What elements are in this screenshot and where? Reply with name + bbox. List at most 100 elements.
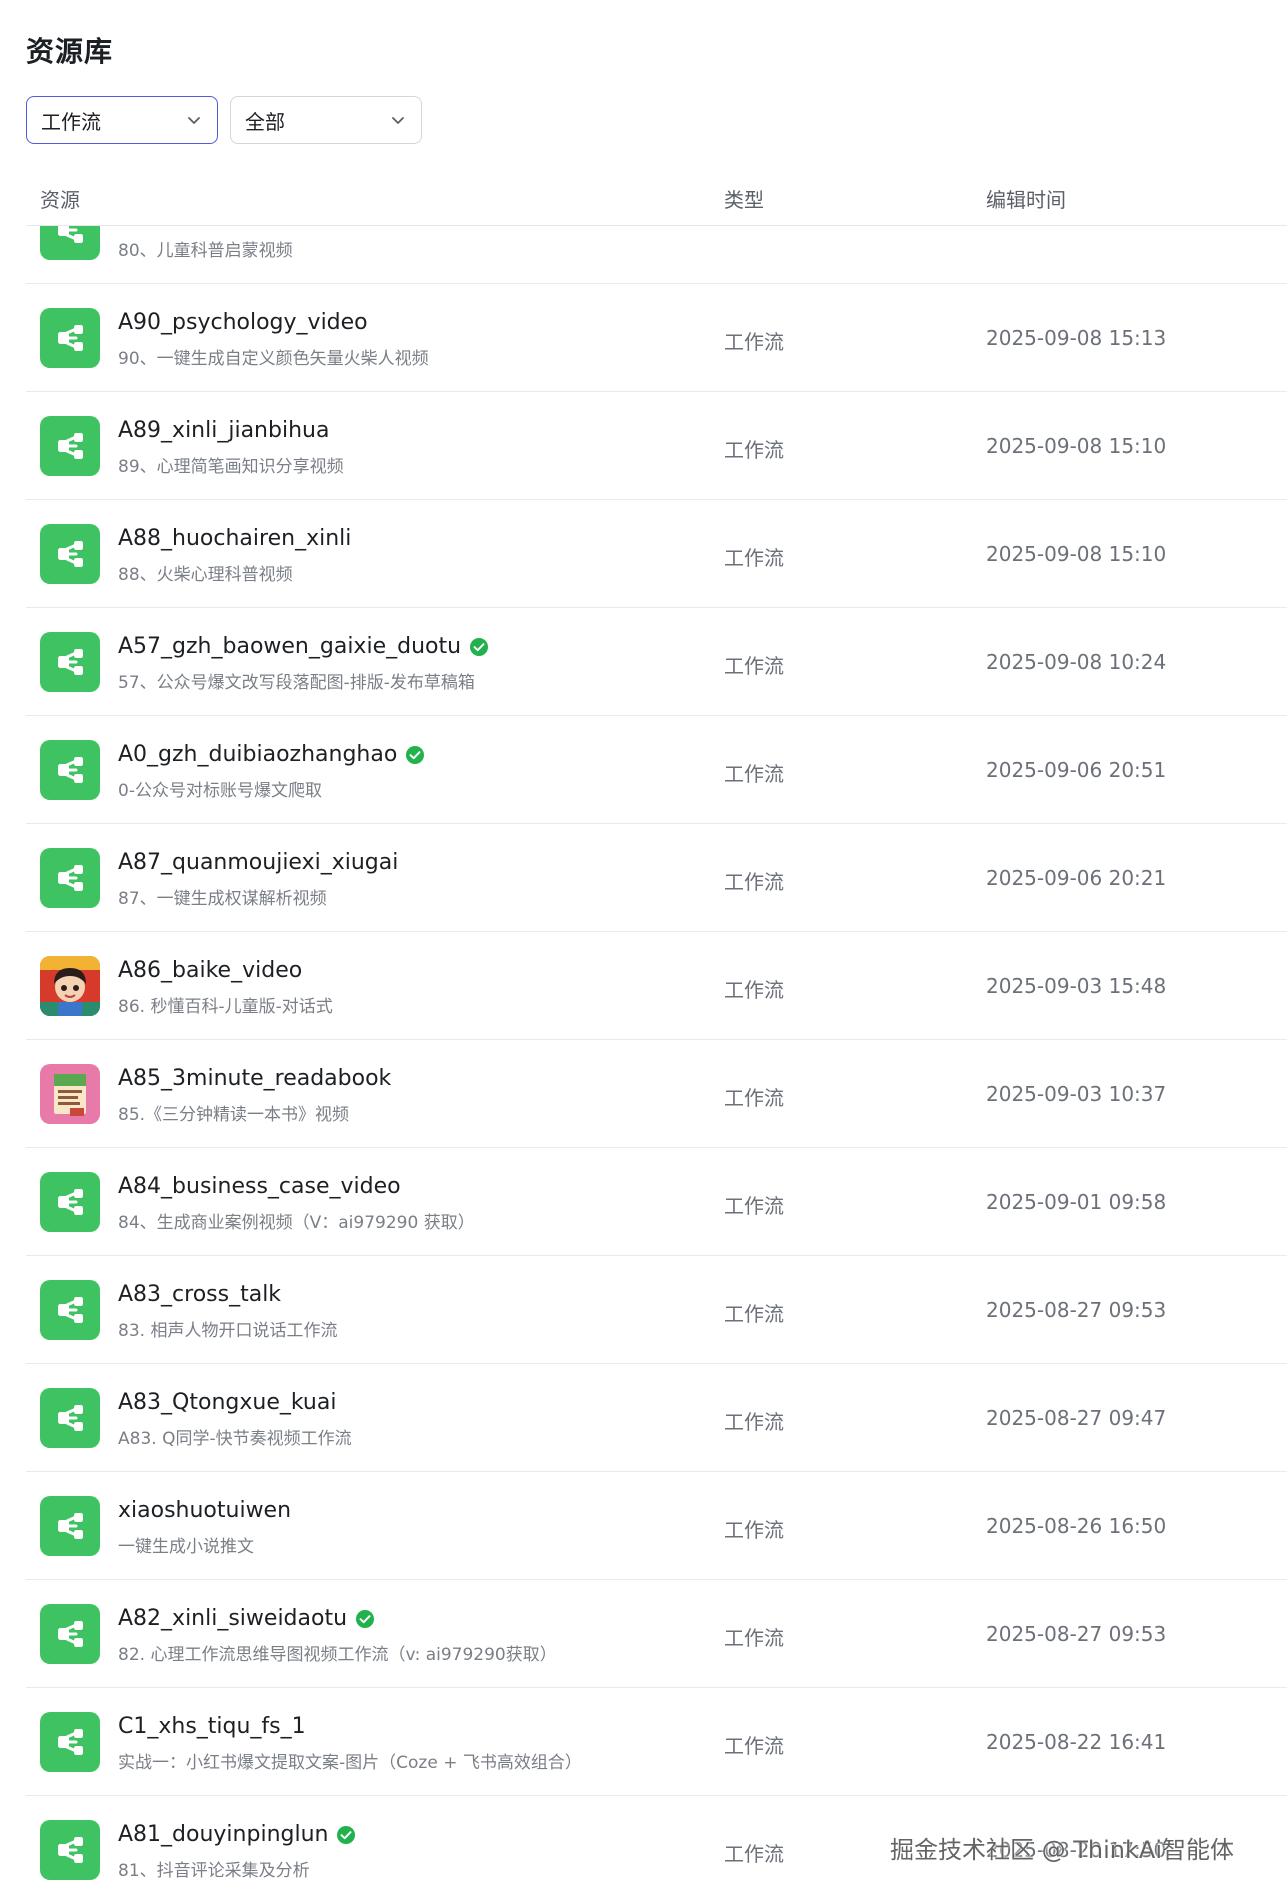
resource-edit-time: 2025-09-08 15:13 [986, 326, 1167, 350]
resource-name[interactable]: A83_Qtongxue_kuai [118, 1390, 336, 1415]
table-row[interactable]: A86_baike_video 86. 秒懂百科-儿童版-对话式 工作流 2025-0… [26, 932, 1287, 1040]
resource-type-select[interactable]: 工作流 [26, 96, 218, 144]
resource-name[interactable]: A82_xinli_siweidaotu [118, 1606, 347, 1631]
page-title: 资源库 [26, 35, 114, 68]
resource-name[interactable]: A85_3minute_readabook [118, 1066, 391, 1091]
resource-name[interactable]: A88_huochairen_xinli [118, 526, 351, 551]
workflow-icon [40, 416, 100, 476]
resource-type: 工作流 [724, 1194, 784, 1218]
resource-name-wrap[interactable]: A90_psychology_video [118, 310, 368, 335]
workflow-icon [40, 1172, 100, 1232]
resource-type: 工作流 [724, 870, 784, 894]
resource-name-wrap[interactable]: A84_business_case_video [118, 1174, 401, 1199]
resource-name-wrap[interactable]: A0_gzh_duibiaozhanghao [118, 742, 425, 767]
book-icon [40, 1064, 100, 1124]
table-row[interactable]: 80、儿童科普启蒙视频 [26, 226, 1287, 284]
resource-name-wrap[interactable]: A82_xinli_siweidaotu [118, 1606, 375, 1631]
chevron-down-icon [188, 117, 200, 124]
verified-badge-icon [470, 637, 489, 656]
resource-edit-time: 2025-09-03 10:37 [986, 1082, 1167, 1106]
resource-name[interactable]: A86_baike_video [118, 958, 302, 983]
resource-type: 工作流 [724, 1086, 784, 1110]
resource-name[interactable]: A87_quanmoujiexi_xiugai [118, 850, 398, 875]
table-row[interactable]: A89_xinli_jianbihua 89、心理简笔画知识分享视频 工作流 2025… [26, 392, 1287, 500]
resource-type-value: 工作流 [41, 109, 101, 134]
table-row[interactable]: A83_Qtongxue_kuai A83. Q同学-快节奏视频工作流 工作流 202… [26, 1364, 1287, 1472]
resource-description: 实战一：小红书爆文提取文案-图片（Coze + 飞书高效组合） [118, 1753, 582, 1773]
workflow-icon [40, 226, 100, 260]
resource-description: 88、火柴心理科普视频 [118, 565, 293, 585]
table-row[interactable]: A87_quanmoujiexi_xiugai 87、一键生成权谋解析视频 工作流 2… [26, 824, 1287, 932]
resource-scope-value: 全部 [245, 109, 285, 134]
resource-name[interactable]: A0_gzh_duibiaozhanghao [118, 742, 397, 767]
resource-name-wrap[interactable]: A83_cross_talk [118, 1282, 281, 1307]
resource-name-wrap[interactable]: A57_gzh_baowen_gaixie_duotu [118, 634, 489, 659]
resource-name-wrap[interactable]: C1_xhs_tiqu_fs_1 [118, 1714, 306, 1739]
resource-name-wrap[interactable]: xiaoshuotuiwen [118, 1498, 291, 1523]
resource-name-wrap[interactable]: A88_huochairen_xinli [118, 526, 351, 551]
resource-description: 90、一键生成自定义颜色矢量火柴人视频 [118, 349, 429, 369]
resource-name[interactable]: xiaoshuotuiwen [118, 1498, 291, 1523]
table-row[interactable]: xiaoshuotuiwen 一键生成小说推文 工作流 2025-08-26 16:5… [26, 1472, 1287, 1580]
resource-type: 工作流 [724, 978, 784, 1002]
table-row[interactable]: A57_gzh_baowen_gaixie_duotu 57、公众号爆文改写段落配… [26, 608, 1287, 716]
resource-description: 84、生成商业案例视频（V：ai979290 获取） [118, 1213, 475, 1233]
verified-badge-icon [406, 745, 425, 764]
resource-type: 工作流 [724, 1410, 784, 1434]
resource-description: 87、一键生成权谋解析视频 [118, 889, 327, 909]
workflow-icon [40, 848, 100, 908]
resource-edit-time: 2025-09-03 15:48 [986, 974, 1167, 998]
resource-type: 工作流 [724, 1302, 784, 1326]
resource-description: 0-公众号对标账号爆文爬取 [118, 781, 322, 801]
table-row[interactable]: A85_3minute_readabook 85.《三分钟精读一本书》视频 工作流 2… [26, 1040, 1287, 1148]
resource-name-wrap[interactable]: A86_baike_video [118, 958, 302, 983]
resource-name-wrap[interactable]: A87_quanmoujiexi_xiugai [118, 850, 398, 875]
resource-scope-select[interactable]: 全部 [230, 96, 422, 144]
resource-edit-time: 2025-08-22 16:41 [986, 1730, 1167, 1754]
resource-edit-time: 2025-09-06 20:51 [986, 758, 1167, 782]
resource-name-wrap[interactable]: A89_xinli_jianbihua [118, 418, 329, 443]
workflow-icon [40, 632, 100, 692]
cartoon-child-avatar-icon [40, 956, 100, 1016]
resource-type: 工作流 [724, 1734, 784, 1758]
resource-description: 81、抖音评论采集及分析 [118, 1861, 310, 1881]
resource-description: 86. 秒懂百科-儿童版-对话式 [118, 997, 333, 1017]
resource-name-wrap[interactable]: A83_Qtongxue_kuai [118, 1390, 336, 1415]
resource-type: 工作流 [724, 330, 784, 354]
resource-name[interactable]: A84_business_case_video [118, 1174, 401, 1199]
table-row[interactable]: A83_cross_talk 83. 相声人物开口说话工作流 工作流 2025-08-… [26, 1256, 1287, 1364]
verified-badge-icon [356, 1609, 375, 1628]
resource-type: 工作流 [724, 1518, 784, 1542]
resource-name[interactable]: A81_douyinpinglun [118, 1822, 328, 1847]
workflow-icon [40, 1496, 100, 1556]
resource-name[interactable]: A57_gzh_baowen_gaixie_duotu [118, 634, 461, 659]
resource-type: 工作流 [724, 546, 784, 570]
resource-name-wrap[interactable]: A85_3minute_readabook [118, 1066, 391, 1091]
resource-name[interactable]: C1_xhs_tiqu_fs_1 [118, 1714, 306, 1739]
resource-edit-time: 2025-08-27 09:53 [986, 1298, 1167, 1322]
resource-type: 工作流 [724, 1842, 784, 1866]
watermark: 掘金技术社区 @ ThinkAi智能体 [890, 1836, 1234, 1864]
workflow-icon [40, 1604, 100, 1664]
resource-name[interactable]: A89_xinli_jianbihua [118, 418, 329, 443]
table-row[interactable]: A0_gzh_duibiaozhanghao 0-公众号对标账号爆文爬取 工作流 20… [26, 716, 1287, 824]
table-row[interactable]: A88_huochairen_xinli 88、火柴心理科普视频 工作流 2025-0… [26, 500, 1287, 608]
resource-name[interactable]: A83_cross_talk [118, 1282, 281, 1307]
resource-name-wrap[interactable]: A81_douyinpinglun [118, 1822, 356, 1847]
table-row[interactable]: C1_xhs_tiqu_fs_1 实战一：小红书爆文提取文案-图片（Coze + … [26, 1688, 1287, 1796]
workflow-icon [40, 740, 100, 800]
resource-description: A83. Q同学-快节奏视频工作流 [118, 1429, 352, 1449]
resource-description: 80、儿童科普启蒙视频 [118, 241, 293, 261]
table-row[interactable]: A84_business_case_video 84、生成商业案例视频（V：ai9… [26, 1148, 1287, 1256]
table-row[interactable]: A82_xinli_siweidaotu 82. 心理工作流思维导图视频工作流（v… [26, 1580, 1287, 1688]
resource-list[interactable]: 80、儿童科普启蒙视频 A90_psychology_video 90、一键生成自定… [26, 226, 1287, 1899]
resource-type: 工作流 [724, 438, 784, 462]
resource-description: 57、公众号爆文改写段落配图-排版-发布草稿箱 [118, 673, 475, 693]
workflow-icon [40, 1712, 100, 1772]
resource-type: 工作流 [724, 762, 784, 786]
chevron-down-icon [392, 117, 404, 124]
column-header-resource: 资源 [40, 188, 80, 212]
table-row[interactable]: A90_psychology_video 90、一键生成自定义颜色矢量火柴人视频 工… [26, 284, 1287, 392]
workflow-icon [40, 1280, 100, 1340]
resource-name[interactable]: A90_psychology_video [118, 310, 368, 335]
